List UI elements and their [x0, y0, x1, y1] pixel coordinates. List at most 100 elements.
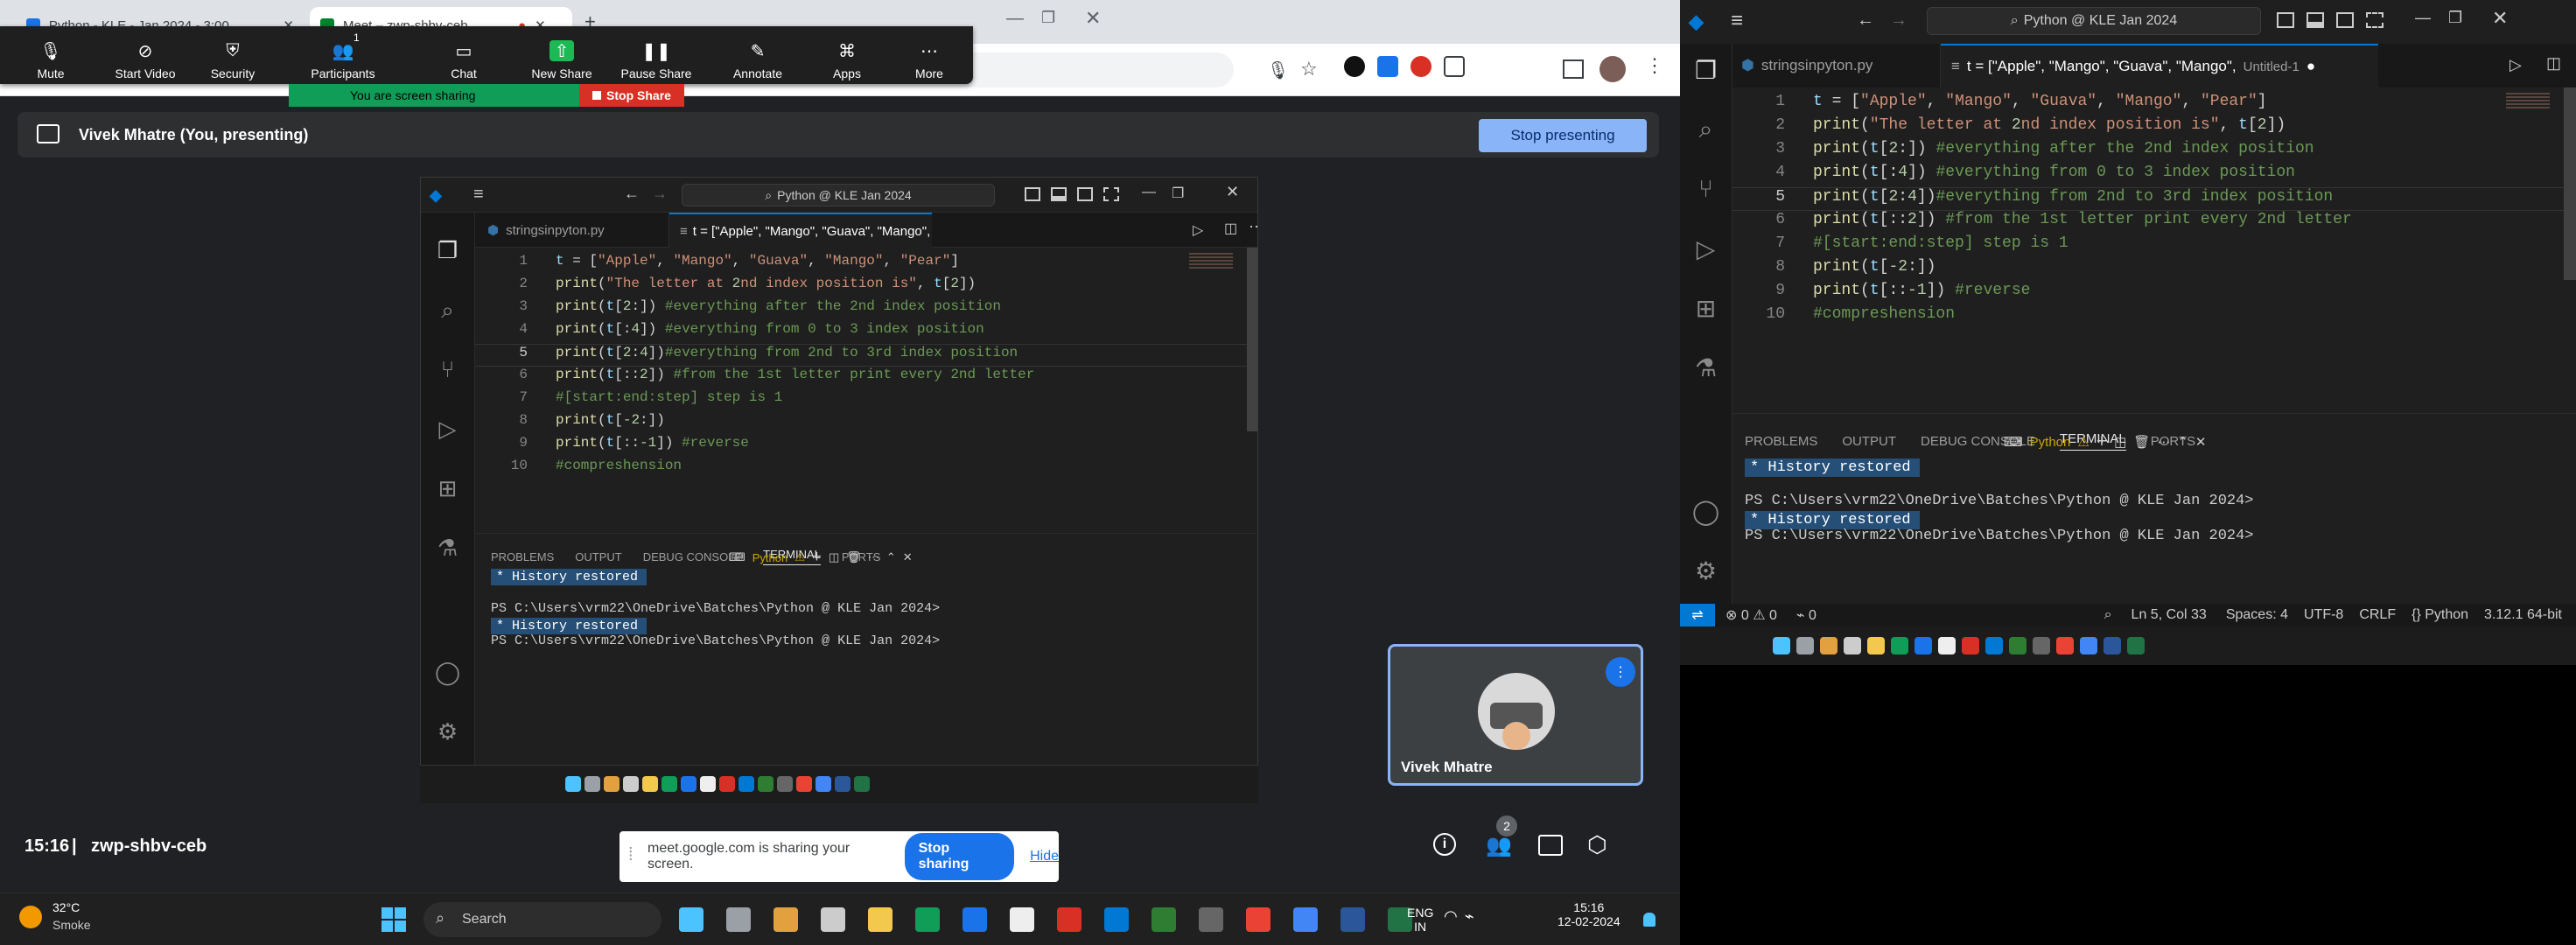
activities-icon[interactable]: ⬡ — [1587, 831, 1607, 858]
forward-arrow-icon[interactable]: → — [1890, 10, 1908, 31]
maximize-panel-icon[interactable]: ⌃ — [2177, 434, 2188, 450]
taskbar-app-icon[interactable] — [1891, 637, 1908, 654]
problems-indicator[interactable]: ⊗ 0 ⚠ 0 — [1726, 606, 1777, 624]
customize-layout-icon[interactable] — [1103, 187, 1119, 201]
tab-problems[interactable]: PROBLEMS — [1745, 434, 1817, 449]
taskbar-app-icon[interactable] — [1340, 907, 1365, 932]
taskbar-app-icon[interactable] — [662, 776, 677, 792]
taskbar-app-icon[interactable] — [1057, 907, 1082, 932]
code-line[interactable]: 1 t = ["Apple", "Mango", "Guava", "Mango"… — [1732, 93, 2576, 116]
layout-panel-icon[interactable] — [2306, 12, 2324, 28]
taskbar-app-icon[interactable] — [777, 776, 793, 792]
taskbar-app-icon[interactable] — [726, 907, 751, 932]
taskbar-app-icon[interactable] — [681, 776, 696, 792]
clock[interactable]: 15:16 12-02-2024 — [1558, 900, 1620, 928]
customize-layout-icon[interactable] — [2366, 12, 2384, 28]
info-icon[interactable]: i — [1433, 833, 1456, 856]
taskbar-app-icon[interactable] — [915, 907, 940, 932]
stop-presenting-button[interactable]: Stop presenting — [1479, 119, 1647, 152]
taskbar-app-icon[interactable] — [1844, 637, 1861, 654]
close-panel-icon[interactable]: ✕ — [903, 550, 913, 564]
language-mode[interactable]: {} Python — [2412, 607, 2468, 623]
more-icon[interactable]: ⋯ — [1249, 218, 1257, 236]
more-icon[interactable]: ⋯ — [2157, 434, 2170, 450]
system-tray-icons[interactable]: ◠⌁ — [1444, 907, 1481, 926]
close-window-button[interactable]: ✕ — [1226, 183, 1239, 201]
extension-icon[interactable] — [1344, 56, 1365, 77]
split-terminal-icon[interactable]: ◫ — [829, 550, 839, 564]
layout-secondary-icon[interactable] — [1077, 187, 1093, 201]
code-line[interactable]: 2 print("The letter at 2nd index position… — [475, 276, 1257, 298]
run-debug-icon[interactable]: ▷ — [421, 416, 474, 443]
taskbar-app-icon[interactable] — [816, 776, 831, 792]
code-line[interactable]: 2 print("The letter at 2nd index position… — [1732, 116, 2576, 140]
run-debug-icon[interactable]: ▷ — [1680, 234, 1732, 263]
split-editor-icon[interactable]: ◫ — [1224, 220, 1237, 237]
zoom-apps-button[interactable]: ⌘ Apps — [803, 32, 891, 81]
stop-sharing-button[interactable]: Stop sharing — [904, 833, 1015, 880]
encoding[interactable]: UTF-8 — [2304, 607, 2343, 623]
mic-icon[interactable]: 🎙 — [1267, 60, 1289, 81]
unsaved-dot-icon[interactable]: ● — [2306, 58, 2315, 75]
tab-output[interactable]: OUTPUT — [575, 550, 621, 564]
taskbar-app-icon[interactable] — [1104, 907, 1129, 932]
code-line[interactable]: 6 print(t[::2]) #from the 1st letter prin… — [475, 367, 1257, 389]
settings-gear-icon[interactable]: ⚙ — [421, 718, 474, 746]
taskbar-app-icon[interactable] — [1867, 637, 1885, 654]
zoom-indicator-icon[interactable]: ⌕ — [2104, 607, 2112, 623]
taskbar-app-icon[interactable] — [2033, 637, 2050, 654]
remote-indicator[interactable]: ⇌ — [1680, 604, 1715, 626]
taskbar-app-icon[interactable] — [642, 776, 658, 792]
code-line[interactable]: 3 print(t[2:]) #everything after the 2nd … — [1732, 140, 2576, 164]
zoom-start-video-button[interactable]: ⊘ Start Video — [102, 32, 189, 81]
account-icon[interactable]: ◯ — [421, 659, 474, 686]
terminal-selector[interactable]: ⌨ Python ⚠ + ◫ 🗑 ⋯ ⌃ ✕ — [729, 548, 913, 567]
forward-arrow-icon[interactable]: → — [652, 185, 668, 203]
bookmark-star-icon[interactable]: ☆ — [1300, 58, 1318, 80]
puzzle-icon[interactable] — [1444, 56, 1465, 77]
taskbar-app-icon[interactable] — [719, 776, 735, 792]
testing-icon[interactable]: ⚗ — [421, 535, 474, 562]
taskbar-app-icon[interactable] — [623, 776, 639, 792]
taskbar-app-icon[interactable] — [835, 776, 850, 792]
hide-link[interactable]: Hide — [1030, 849, 1059, 864]
zoom-mute-button[interactable]: 🎙 Mute — [7, 32, 94, 81]
drag-handle-icon[interactable]: ⁞ — [628, 845, 634, 865]
tab-debug-console[interactable]: DEBUG CONSOLE — [643, 550, 742, 564]
taskbar-app-icon[interactable] — [679, 907, 704, 932]
taskbar-app-icon[interactable] — [738, 776, 754, 792]
ports-indicator[interactable]: ⌁ 0 — [1796, 606, 1816, 624]
presenter-tile[interactable]: ⋮ Vivek Mhatre — [1388, 644, 1643, 786]
add-terminal-icon[interactable]: + — [812, 548, 822, 567]
tab-problems[interactable]: PROBLEMS — [491, 550, 554, 564]
back-arrow-icon[interactable]: ← — [624, 185, 640, 203]
extension-icon[interactable] — [1410, 56, 1432, 77]
layout-secondary-icon[interactable] — [2336, 12, 2354, 28]
taskbar-search[interactable]: ⌕ Search — [424, 902, 662, 937]
python-version[interactable]: 3.12.1 64-bit — [2484, 607, 2562, 623]
code-line[interactable]: 9 print(t[::-1]) #reverse — [1732, 282, 2576, 305]
run-icon[interactable]: ▷ — [1193, 221, 1203, 239]
zoom-more-button[interactable]: ⋯ More — [886, 32, 973, 81]
search-icon[interactable]: ⌕ — [1680, 116, 1732, 144]
code-line[interactable]: 4 print(t[:4]) #everything from 0 to 3 in… — [1732, 164, 2576, 187]
files-icon[interactable]: ❐ — [421, 237, 474, 264]
taskbar-app-icon[interactable] — [2080, 637, 2097, 654]
search-icon[interactable]: ⌕ — [421, 297, 474, 325]
taskbar-app-icon[interactable] — [700, 776, 716, 792]
tab-untitled[interactable]: ≡ t = ["Apple", "Mango", "Guava", "Mango"… — [1941, 44, 2378, 88]
code-line[interactable]: 1 t = ["Apple", "Mango", "Guava", "Mango"… — [475, 253, 1257, 276]
zoom-security-button[interactable]: ⛨ Security — [189, 32, 276, 81]
taskbar-app-icon[interactable] — [774, 907, 798, 932]
sidebar-icon[interactable] — [1563, 60, 1584, 79]
avatar[interactable] — [1600, 56, 1626, 82]
code-line[interactable]: 8 print(t[-2:]) — [1732, 258, 2576, 282]
minimize-button[interactable]: — — [2415, 9, 2431, 27]
taskbar-app-icon[interactable] — [758, 776, 774, 792]
taskbar-app-icon[interactable] — [1152, 907, 1176, 932]
minimap[interactable] — [1189, 253, 1233, 269]
minimize-button[interactable]: — — [1142, 185, 1156, 200]
code-line[interactable]: 7 #[start:end:step] step is 1 — [1732, 234, 2576, 258]
maximize-panel-icon[interactable]: ⌃ — [886, 550, 896, 564]
taskbar-app-icon[interactable] — [1985, 637, 2003, 654]
